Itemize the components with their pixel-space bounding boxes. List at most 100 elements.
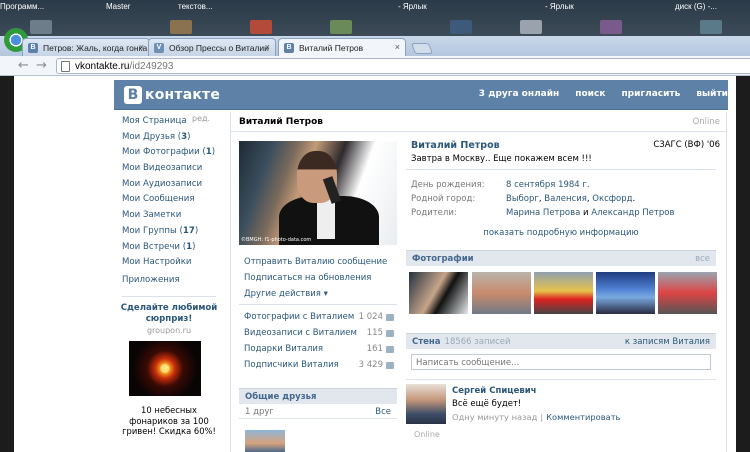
nav-friends-online[interactable]: 3 друга онлайн (479, 89, 559, 99)
send-message-link[interactable]: Отправить Виталию сообщение (244, 254, 394, 270)
column-divider (726, 112, 727, 452)
close-icon[interactable]: × (395, 42, 400, 52)
menu-item-label: Мои Заметки (122, 210, 182, 221)
menu-item-my-messages[interactable]: Мои Сообщения (122, 192, 222, 208)
profile-education[interactable]: СЗАГС (ВФ) '06 (653, 140, 720, 150)
actions-divider (239, 304, 397, 305)
counter-subscribers[interactable]: Подписчики Виталия 3 429 (244, 357, 394, 373)
info-value-link[interactable]: Марина Петрова (506, 208, 580, 218)
menu-item-my-friends[interactable]: Мои Друзья (3) (122, 130, 222, 146)
subscribe-link[interactable]: Подписаться на обновления (244, 270, 394, 286)
post-time[interactable]: Одну минуту назад (452, 412, 537, 422)
info-divider (406, 169, 716, 170)
post-divider (406, 379, 716, 380)
info-value-link[interactable]: Оксфорд (592, 194, 632, 204)
menu-item-count: 17 (182, 225, 195, 236)
menu-item-label: Мои Сообщения (122, 194, 195, 205)
profile-avatar[interactable]: ©BMGH: f1-photo-data.com (239, 141, 397, 245)
tab-title: Обзор Прессы о Виталии (169, 43, 269, 53)
desktop-shortcut-icon[interactable] (250, 20, 272, 34)
desktop-shortcut-icon[interactable] (30, 20, 52, 34)
menu-item-my-settings[interactable]: Мои Настройки (122, 255, 222, 271)
desktop-shortcut-icon[interactable] (450, 20, 472, 34)
nav-search[interactable]: поиск (575, 89, 605, 99)
browser-tab[interactable]: V Обзор Прессы о Виталии × (148, 38, 276, 56)
ad-lantern-image[interactable] (129, 341, 201, 396)
vk-logo[interactable]: В контакте (124, 85, 220, 105)
info-row-parents: Родители: Марина Петрова и Александр Петр… (411, 208, 674, 218)
ad-title[interactable]: Сделайте любимой сюрприз! (116, 303, 222, 325)
address-bar[interactable]: vkontakte.ru/id249293 (56, 58, 750, 74)
menu-item-label: Мои Видеозаписи (122, 163, 203, 174)
mutual-friends-all-link[interactable]: Все (375, 407, 391, 417)
page-favicon-icon: V (154, 43, 164, 53)
counter-videos[interactable]: Видеозаписи с Виталием 115 (244, 325, 394, 341)
counter-photos[interactable]: Фотографии с Виталием 1 024 (244, 309, 394, 325)
post-author-name[interactable]: Сергей Спицевич (452, 386, 537, 396)
close-icon[interactable]: × (265, 42, 270, 52)
photo-thumbnail[interactable] (472, 272, 531, 314)
right-window-edge (736, 76, 750, 452)
menu-item-my-audio[interactable]: Мои Аудиозаписи (122, 177, 222, 193)
menu-item-my-videos[interactable]: Мои Видеозаписи (122, 161, 222, 177)
desktop-shortcut-label[interactable]: Master (106, 2, 130, 11)
online-status: Online (692, 117, 720, 127)
other-actions-dropdown[interactable]: Другие действия ▾ (244, 286, 394, 302)
to-wall-link[interactable]: к записям Виталия (625, 337, 710, 347)
mutual-friend-thumbnail[interactable] (245, 430, 285, 452)
vk-logo-text: контакте (145, 87, 221, 103)
menu-item-my-groups[interactable]: Мои Группы (17) (122, 224, 222, 240)
left-window-edge (0, 76, 14, 452)
desktop-shortcut-icon[interactable] (330, 20, 352, 34)
desktop-shortcut-label[interactable]: диск (G) -... (675, 2, 717, 11)
desktop-shortcut-label[interactable]: - Ярлык (545, 2, 574, 11)
desktop-shortcut-icon[interactable] (600, 20, 622, 34)
photo-thumbnail[interactable] (658, 272, 717, 314)
browser-tab-active[interactable]: В Виталий Петров × (278, 38, 406, 56)
back-arrow-icon[interactable]: ← (18, 58, 29, 73)
photos-all-link[interactable]: все (695, 254, 710, 264)
desktop-shortcut-icon[interactable] (520, 20, 542, 34)
nav-invite[interactable]: пригласить (621, 89, 680, 99)
wall-section-header[interactable]: Стена 18566 записей к записям Виталия (406, 333, 716, 349)
close-icon[interactable]: × (139, 42, 144, 52)
counter-value: 161 (366, 344, 383, 354)
info-value-link[interactable]: 8 сентября 1984 г. (506, 180, 590, 190)
desktop-shortcut-icon[interactable] (170, 20, 192, 34)
photo-thumbnail[interactable] (534, 272, 593, 314)
menu-item-my-photos[interactable]: Мои Фотографии (1) (122, 145, 222, 161)
photo-thumbnail[interactable] (596, 272, 655, 314)
section-title: Фотографии (412, 254, 474, 264)
counter-label: Подарки Виталия (244, 344, 324, 354)
nav-logout[interactable]: выйти (696, 89, 728, 99)
post-text: Всё ещё будет! (452, 399, 522, 409)
counter-gifts[interactable]: Подарки Виталия 161 (244, 341, 394, 357)
info-label: Родной город: (411, 194, 476, 204)
comment-link[interactable]: Комментировать (546, 412, 620, 422)
info-value-link[interactable]: Выборг (506, 194, 539, 204)
desktop-shortcut-icon[interactable] (700, 20, 722, 34)
photo-thumbnail[interactable] (409, 272, 468, 314)
menu-item-my-notes[interactable]: Мои Заметки (122, 208, 222, 224)
desktop-shortcut-label[interactable]: - Ярлык (398, 2, 427, 11)
post-author-avatar[interactable] (406, 384, 446, 424)
browser-tab[interactable]: В Петров: Жаль, когда гонка × (22, 38, 150, 56)
menu-edit-link[interactable]: ред. (192, 114, 210, 123)
show-full-info-link[interactable]: показать подробную информацию (406, 228, 716, 238)
profile-status[interactable]: Завтра в Москву.. Еще покажем всем !!! (411, 154, 592, 164)
ad-text[interactable]: 10 небесных фонариков за 100 гривен! Ски… (116, 405, 222, 437)
menu-item-apps[interactable]: Приложения (122, 275, 180, 285)
photos-section-header[interactable]: Фотографии все (406, 250, 716, 266)
mutual-friends-header[interactable]: Общие друзья (239, 388, 397, 404)
info-row-hometown: Родной город: Выборг, Валенсия, Оксфорд. (411, 194, 636, 204)
info-value-link[interactable]: Валенсия (544, 194, 587, 204)
menu-item-count: 1 (205, 147, 212, 158)
info-value-link[interactable]: Александр Петров (591, 208, 674, 218)
desktop-shortcut-label[interactable]: Программ... (0, 2, 44, 11)
desktop-shortcut-label[interactable]: текстов... (178, 2, 213, 11)
info-row-birthday: День рождения: 8 сентября 1984 г. (411, 180, 590, 190)
menu-item-my-events[interactable]: Мои Встречи (1) (122, 240, 222, 256)
new-tab-button[interactable] (410, 43, 434, 54)
forward-arrow-icon[interactable]: → (36, 58, 47, 73)
wall-message-input[interactable] (411, 354, 711, 370)
